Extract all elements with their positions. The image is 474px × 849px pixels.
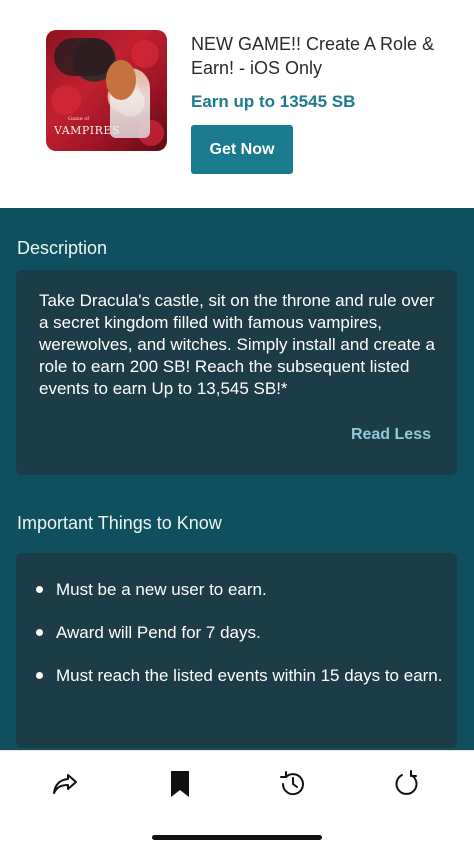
- vampire-figure: [54, 38, 114, 76]
- history-icon[interactable]: [276, 767, 310, 801]
- list-item: Must reach the listed events within 15 d…: [36, 663, 446, 688]
- get-now-button[interactable]: Get Now: [191, 125, 293, 174]
- home-indicator[interactable]: [152, 835, 322, 840]
- offer-title: NEW GAME!! Create A Role & Earn! - iOS O…: [191, 34, 435, 78]
- list-item: Award will Pend for 7 days.: [36, 620, 446, 645]
- description-heading: Description: [17, 238, 108, 258]
- share-icon[interactable]: [48, 767, 82, 801]
- list-item: Must be a new user to earn.: [36, 577, 446, 602]
- game-logo-small: Game of: [68, 116, 90, 122]
- earn-amount: Earn up to 13545 SB: [191, 92, 356, 111]
- rose-decoration: [131, 40, 159, 68]
- read-less-link[interactable]: Read Less: [351, 426, 431, 444]
- woman-hair: [106, 60, 136, 100]
- important-list: Must be a new user to earn. Award will P…: [36, 577, 446, 706]
- description-card: Take Dracula's castle, sit on the throne…: [16, 270, 457, 475]
- refresh-icon[interactable]: [390, 767, 424, 801]
- offer-details: Description Take Dracula's castle, sit o…: [0, 208, 474, 750]
- important-card: Must be a new user to earn. Award will P…: [16, 553, 457, 748]
- app-thumbnail[interactable]: Game of VAMPIRES: [46, 30, 167, 151]
- bookmark-icon[interactable]: [163, 767, 197, 801]
- rose-decoration: [51, 85, 81, 115]
- bullet-icon: [36, 672, 43, 679]
- important-heading: Important Things to Know: [17, 513, 222, 533]
- offer-header: Game of VAMPIRES NEW GAME!! Create A Rol…: [0, 0, 474, 208]
- bullet-icon: [36, 586, 43, 593]
- game-logo: VAMPIRES: [54, 124, 120, 137]
- description-text: Take Dracula's castle, sit on the throne…: [39, 291, 435, 398]
- bullet-icon: [36, 629, 43, 636]
